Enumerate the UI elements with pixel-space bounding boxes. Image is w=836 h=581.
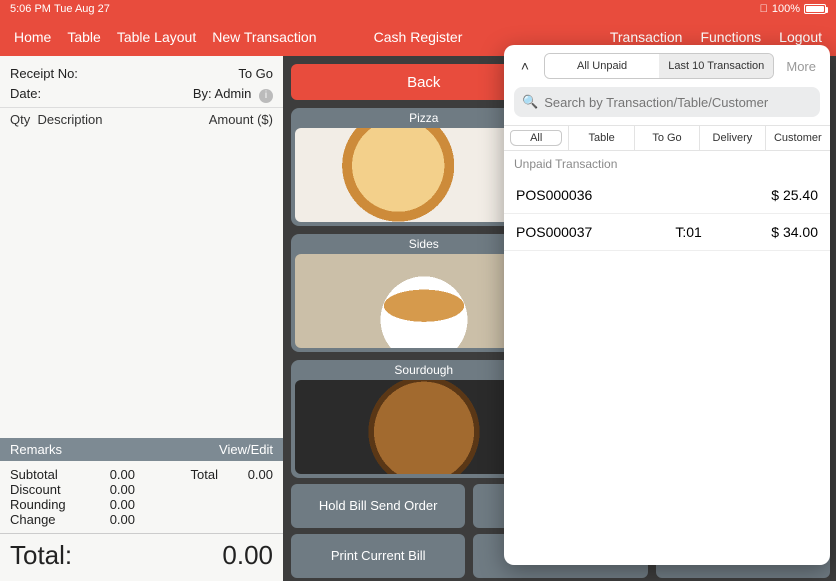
rounding-label: Rounding xyxy=(10,497,80,512)
transaction-row[interactable]: POS000036 $ 25.40 xyxy=(504,177,830,214)
receipt-lines xyxy=(0,133,283,438)
col-desc: Description xyxy=(37,112,102,127)
receipt-type: To Go xyxy=(238,64,273,84)
discount-value: 0.00 xyxy=(80,482,135,497)
filter-delivery[interactable]: Delivery xyxy=(700,126,765,150)
seg-all-unpaid[interactable]: All Unpaid xyxy=(545,54,659,78)
search-icon: 🔍 xyxy=(522,94,538,110)
nav-table[interactable]: Table xyxy=(67,29,100,45)
filter-togo[interactable]: To Go xyxy=(635,126,700,150)
nav-table-layout[interactable]: Table Layout xyxy=(117,29,196,45)
total-side-value: 0.00 xyxy=(218,467,273,482)
battery-icon xyxy=(804,4,826,14)
transaction-search[interactable]: 🔍 xyxy=(514,87,820,117)
subtotal-value: 0.00 xyxy=(80,467,135,482)
transaction-row[interactable]: POS000037 T:01 $ 34.00 xyxy=(504,214,830,251)
filter-all[interactable]: All xyxy=(504,126,569,150)
remarks-view-edit[interactable]: View/Edit xyxy=(219,442,273,457)
change-label: Change xyxy=(10,512,80,527)
ios-status-bar: 5:06 PM Tue Aug 27 􀙇 100% xyxy=(0,0,836,18)
status-date: Tue Aug 27 xyxy=(54,3,110,15)
search-input[interactable] xyxy=(544,95,812,110)
unpaid-section-label: Unpaid Transaction xyxy=(504,151,830,177)
discount-label: Discount xyxy=(10,482,80,497)
by-label: By: Admin xyxy=(193,86,252,101)
receipt-no-label: Receipt No: xyxy=(10,64,78,84)
receipt-panel: Receipt No: To Go Date: By: Admin i Qty … xyxy=(0,56,283,581)
seg-last-10[interactable]: Last 10 Transaction xyxy=(659,54,773,78)
battery-pct: 100% xyxy=(772,3,800,15)
nav-new-transaction[interactable]: New Transaction xyxy=(212,29,316,45)
more-link[interactable]: More xyxy=(782,59,820,74)
rounding-value: 0.00 xyxy=(80,497,135,512)
nav-functions[interactable]: Functions xyxy=(700,29,761,45)
grand-total-value: 0.00 xyxy=(222,540,273,571)
nav-transaction[interactable]: Transaction xyxy=(610,29,683,45)
grand-total-label: Total: xyxy=(10,540,72,571)
remarks-label: Remarks xyxy=(10,442,62,457)
filter-table[interactable]: Table xyxy=(569,126,634,150)
filter-customer[interactable]: Customer xyxy=(766,126,830,150)
hold-bill-button[interactable]: Hold Bill Send Order xyxy=(291,484,465,528)
col-amount: Amount ($) xyxy=(209,112,273,127)
info-icon[interactable]: i xyxy=(259,89,273,103)
chevron-up-icon[interactable]: ˄ xyxy=(514,55,536,77)
page-title: Cash Register xyxy=(374,29,463,45)
transaction-segment: All Unpaid Last 10 Transaction xyxy=(544,53,774,79)
print-current-bill-button[interactable]: Print Current Bill xyxy=(291,534,465,578)
total-side-label: Total xyxy=(148,467,218,482)
nav-logout[interactable]: Logout xyxy=(779,29,822,45)
transaction-list: POS000036 $ 25.40 POS000037 T:01 $ 34.00 xyxy=(504,177,830,565)
col-qty: Qty xyxy=(10,112,30,127)
wifi-icon: 􀙇 xyxy=(760,3,768,15)
change-value: 0.00 xyxy=(80,512,135,527)
transaction-dropdown: ˄ All Unpaid Last 10 Transaction More 🔍 … xyxy=(504,45,830,565)
status-time: 5:06 PM xyxy=(10,3,51,15)
nav-home[interactable]: Home xyxy=(14,29,51,45)
date-label: Date: xyxy=(10,84,41,104)
subtotal-label: Subtotal xyxy=(10,467,80,482)
